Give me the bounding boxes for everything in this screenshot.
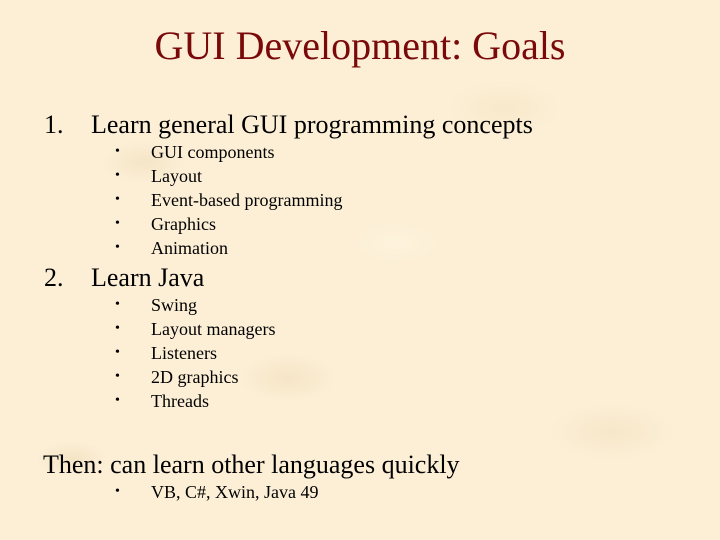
list-item: • Layout managers — [115, 319, 276, 339]
section-1-heading: 1. Learn general GUI programming concept… — [0, 110, 720, 140]
section-1: 1. Learn general GUI programming concept… — [0, 110, 720, 260]
slide-title: GUI Development: Goals — [154, 23, 566, 68]
bullet-icon: • — [115, 345, 120, 360]
list-item: • Graphics — [115, 214, 216, 234]
section-2-title: Learn Java — [91, 263, 205, 292]
bullet-icon: • — [115, 144, 120, 159]
list-item: • 2D graphics — [115, 367, 239, 387]
section-1-bullets: • GUI components • Layout • Event-based pro… — [0, 140, 720, 260]
conclusion-heading-row: Then: can learn other languages quickly — [0, 450, 720, 480]
bullet-icon: • — [115, 484, 120, 499]
list-item: • Event-based programming — [115, 190, 343, 210]
list-item: • Animation — [115, 238, 228, 258]
section-1-title: Learn general GUI programming concepts — [91, 110, 533, 139]
bullet-icon: • — [115, 369, 120, 384]
list-item: • Swing — [115, 295, 198, 315]
section-2: 2. Learn Java • Swing • Layout managers • L… — [0, 263, 720, 413]
section-2-number: 2. — [44, 263, 64, 292]
list-item: • GUI components — [115, 142, 275, 162]
conclusion-heading: Then: can learn other languages quickly — [43, 450, 460, 479]
section-2-heading: 2. Learn Java — [0, 263, 720, 293]
list-item: • VB, C#, Xwin, Java 49 — [115, 482, 319, 502]
bullet-icon: • — [115, 321, 120, 336]
bullet-icon: • — [115, 393, 120, 408]
list-item: • Listeners — [115, 343, 217, 363]
bullet-icon: • — [115, 168, 120, 183]
section-2-bullets: • Swing • Layout managers • Listeners • 2D g… — [0, 293, 720, 413]
bullet-icon: • — [115, 216, 120, 231]
conclusion: Then: can learn other languages quickly … — [0, 450, 720, 504]
bullet-icon: • — [115, 297, 120, 312]
conclusion-bullets: • VB, C#, Xwin, Java 49 — [0, 480, 720, 504]
section-1-number: 1. — [44, 110, 64, 139]
list-item: • Threads — [115, 391, 209, 411]
bullet-icon: • — [115, 192, 120, 207]
bullet-icon: • — [115, 240, 120, 255]
list-item: • Layout — [115, 166, 202, 186]
